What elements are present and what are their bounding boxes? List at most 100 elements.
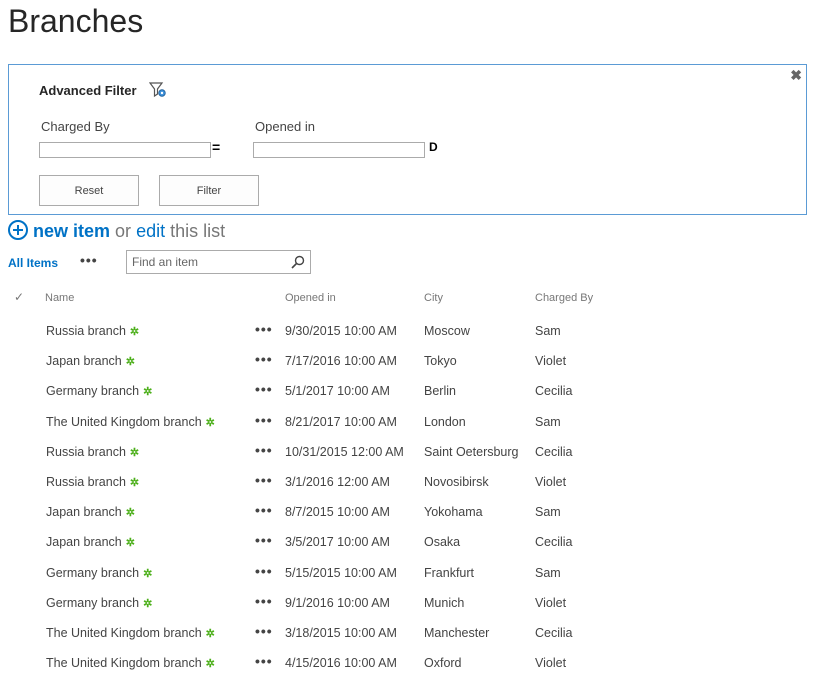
opened-in-cell: 3/18/2015 10:00 AM	[285, 626, 397, 640]
item-title-link[interactable]: Japan branch	[46, 354, 122, 368]
opened-in-label: Opened in	[255, 119, 315, 134]
header-name[interactable]: Name	[45, 292, 74, 304]
charged-by-label: Charged By	[41, 119, 110, 134]
charged-by-cell: Sam	[535, 414, 561, 429]
item-menu-button[interactable]: •••	[255, 472, 273, 488]
view-all-items[interactable]: All Items	[8, 256, 58, 270]
item-title-link[interactable]: The United Kingdom branch	[46, 415, 202, 429]
advanced-filter-panel: ✖ Advanced Filter Charged By = Opened in…	[8, 64, 807, 215]
city-cell: London	[424, 414, 466, 429]
opened-in-cell: 8/7/2015 10:00 AM	[285, 505, 390, 520]
more-views-button[interactable]: •••	[80, 252, 98, 268]
item-title-link[interactable]: Japan branch	[46, 535, 122, 549]
charged-by-cell: Cecilia	[535, 535, 573, 550]
charged-by-cell: Cecilia	[535, 444, 573, 459]
item-menu-button[interactable]: •••	[255, 593, 273, 609]
city-cell: Yokohama	[424, 505, 483, 520]
item-title-link[interactable]: Russia branch	[46, 475, 126, 489]
charged-by-cell: Cecilia	[535, 384, 573, 399]
add-icon[interactable]	[8, 220, 28, 240]
item-menu-button[interactable]: •••	[255, 321, 273, 337]
new-item-icon: ✲	[125, 356, 135, 369]
header-charged-by[interactable]: Charged By	[535, 292, 593, 304]
search-input[interactable]	[127, 251, 297, 273]
header-city[interactable]: City	[424, 292, 443, 304]
reset-button[interactable]: Reset	[39, 175, 139, 206]
new-item-icon: ✲	[143, 386, 153, 399]
new-item-icon: ✲	[125, 537, 135, 550]
item-menu-button[interactable]: •••	[255, 442, 273, 458]
new-item-icon: ✲	[143, 597, 153, 610]
city-cell: Oxford	[424, 656, 462, 671]
opened-in-cell: 4/15/2016 10:00 AM	[285, 656, 397, 671]
charged-by-cell: Sam	[535, 505, 561, 520]
item-title-link[interactable]: Russia branch	[46, 324, 126, 338]
opened-in-cell: 10/31/2015 12:00 AM	[285, 444, 404, 459]
city-cell: Frankfurt	[424, 565, 475, 580]
charged-by-cell: Cecilia	[535, 626, 573, 640]
item-title-link[interactable]: Russia branch	[46, 445, 126, 459]
edit-link[interactable]: edit	[136, 221, 165, 241]
filter-button[interactable]: Filter	[159, 175, 259, 206]
opened-in-cell: 7/17/2016 10:00 AM	[285, 354, 397, 369]
city-cell: Novosibirsk	[424, 475, 489, 489]
item-menu-button[interactable]: •••	[255, 412, 273, 428]
item-title-link[interactable]: The United Kingdom branch	[46, 626, 202, 640]
item-menu-button[interactable]: •••	[255, 381, 273, 397]
opened-in-cell: 3/5/2017 10:00 AM	[285, 535, 390, 550]
new-item-icon: ✲	[143, 567, 153, 580]
city-cell: Tokyo	[424, 354, 457, 369]
search-icon[interactable]	[291, 255, 305, 269]
charged-by-cell: Violet	[535, 475, 567, 489]
date-operator: D	[429, 140, 438, 154]
opened-in-cell: 8/21/2017 10:00 AM	[285, 414, 397, 429]
new-item-link[interactable]: new item	[33, 221, 110, 241]
table-row: Japan branch ✲ ••• 3/5/2017 10:00 AM Osaka Ce…	[8, 532, 608, 565]
equals-operator: =	[212, 139, 221, 155]
table-row: The United Kingdom branch ✲ ••• 8/21/2017 1…	[8, 412, 608, 445]
opened-in-input[interactable]	[253, 142, 425, 158]
new-item-icon: ✲	[129, 446, 140, 459]
table-row: Germany branch ✲ ••• 9/1/2016 10:00 AM Munic…	[8, 593, 608, 626]
item-menu-button[interactable]: •••	[255, 351, 273, 367]
item-title-link[interactable]: Japan branch	[46, 505, 122, 519]
new-item-icon: ✲	[129, 477, 140, 489]
table-row: The United Kingdom branch ✲ ••• 3/18/2015 1…	[8, 623, 608, 656]
opened-in-cell: 9/1/2016 10:00 AM	[285, 595, 390, 610]
advanced-filter-title: Advanced Filter	[39, 83, 137, 98]
table-row: The United Kingdom branch ✲ ••• 4/15/2016 1…	[8, 653, 608, 686]
table-row: Russia branch ✲ ••• 9/30/2015 10:00 AM Mosco…	[8, 321, 608, 354]
item-title-link[interactable]: Germany branch	[46, 566, 139, 580]
new-item-icon: ✲	[205, 416, 215, 429]
item-menu-button[interactable]: •••	[255, 532, 273, 548]
table-row: Germany branch ✲ ••• 5/15/2015 10:00 AM Fran…	[8, 563, 608, 596]
item-menu-button[interactable]: •••	[255, 623, 273, 639]
charged-by-input[interactable]	[39, 142, 211, 158]
city-cell: Saint Oetersburg	[424, 444, 519, 459]
filter-funnel-icon	[149, 82, 166, 98]
item-menu-button[interactable]: •••	[255, 502, 273, 518]
city-cell: Munich	[424, 595, 465, 610]
city-cell: Berlin	[424, 384, 456, 399]
opened-in-cell: 3/1/2016 12:00 AM	[285, 475, 390, 489]
item-menu-button[interactable]: •••	[255, 653, 273, 669]
close-icon[interactable]: ✖	[790, 68, 802, 82]
table-row: Russia branch ✲ ••• 3/1/2016 12:00 AM Novosi…	[8, 472, 608, 505]
table-row: Germany branch ✲ ••• 5/1/2017 10:00 AM Berli…	[8, 381, 608, 414]
charged-by-cell: Violet	[535, 595, 567, 610]
item-title-link[interactable]: Germany branch	[46, 596, 139, 610]
charged-by-cell: Sam	[535, 565, 561, 580]
opened-in-cell: 9/30/2015 10:00 AM	[285, 324, 397, 338]
item-title-link[interactable]: Germany branch	[46, 384, 139, 398]
list-actions: new item or edit this list	[8, 220, 225, 242]
city-cell: Osaka	[424, 535, 461, 550]
table-row: Japan branch ✲ ••• 8/7/2015 10:00 AM Yokoham…	[8, 502, 608, 535]
or-text: or	[115, 221, 132, 241]
charged-by-cell: Sam	[535, 324, 561, 338]
new-item-icon: ✲	[205, 628, 215, 640]
item-title-link[interactable]: The United Kingdom branch	[46, 656, 202, 670]
header-opened-in[interactable]: Opened in	[285, 292, 336, 304]
select-all-check-icon[interactable]: ✓	[14, 290, 24, 304]
item-menu-button[interactable]: •••	[255, 563, 273, 579]
new-item-icon: ✲	[205, 658, 215, 671]
